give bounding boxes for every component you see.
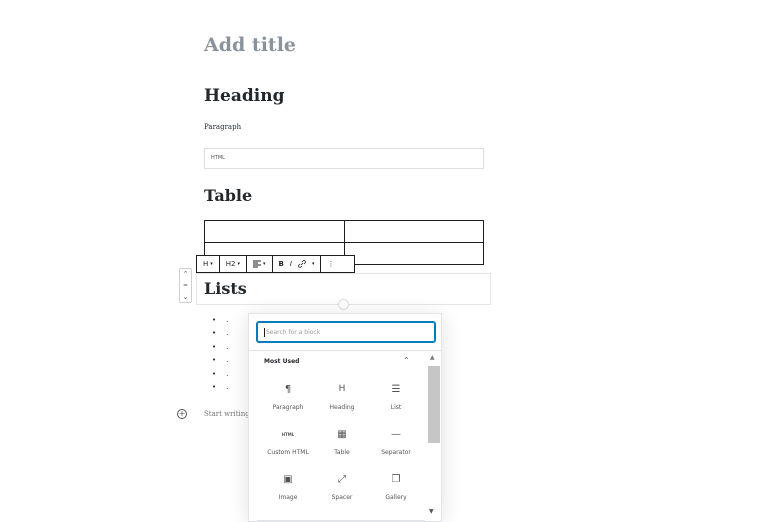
block-item-table[interactable]: ▦ Table <box>315 425 369 460</box>
bold-button[interactable]: B <box>276 260 287 268</box>
heading-level-label: H2 <box>225 260 236 268</box>
list-icon: ☰ <box>391 383 401 395</box>
block-item-label: Table <box>334 449 350 456</box>
block-item-label: List <box>390 404 402 411</box>
list-item-text: . <box>226 329 229 338</box>
link-icon <box>298 260 306 268</box>
block-item-image[interactable]: ▣ Image <box>261 470 315 505</box>
block-item-paragraph[interactable]: ¶ Paragraph <box>261 380 315 415</box>
block-item-gallery[interactable]: ❐ Gallery <box>369 470 423 505</box>
block-item-label: Separator <box>381 449 411 456</box>
html-icon: HTML <box>281 431 295 437</box>
spacer-icon: ⤢ <box>338 473 346 485</box>
list-block[interactable]: •. •. •. •. •. •. <box>212 314 228 394</box>
bullet-icon: • <box>212 342 217 351</box>
html-block-text: HTML <box>211 155 225 161</box>
alignment-group: ▾ <box>247 256 273 272</box>
link-button[interactable] <box>295 260 309 268</box>
block-inserter-popover: Search for a block Most Used ⌃ ¶ Paragra… <box>248 313 442 522</box>
paragraph-block[interactable]: Paragraph <box>204 123 241 131</box>
more-options-group: ⋮ <box>321 256 340 272</box>
list-item: •. <box>212 341 228 354</box>
list-item: •. <box>212 327 228 340</box>
heading-icon: H <box>203 260 209 268</box>
list-item-text: . <box>226 342 229 351</box>
search-placeholder: Search for a block <box>266 328 321 336</box>
formatting-group: B I ▾ <box>273 256 322 272</box>
block-search-input[interactable]: Search for a block <box>257 322 435 342</box>
block-item-label: Image <box>278 494 298 501</box>
block-item-heading[interactable]: H Heading <box>315 380 369 415</box>
scrollbar[interactable]: ▲ ▼ <box>426 352 440 521</box>
list-item: •. <box>212 368 228 381</box>
block-item-label: Gallery <box>385 494 407 501</box>
divider <box>257 520 425 521</box>
block-item-label: Custom HTML <box>267 449 309 456</box>
scroll-down-icon[interactable]: ▼ <box>429 508 434 515</box>
chevron-up-icon[interactable]: ⌃ <box>403 356 410 365</box>
block-item-label: Paragraph <box>272 404 304 411</box>
block-item-list[interactable]: ☰ List <box>369 380 423 415</box>
block-types-list: ¶ Paragraph H Heading ☰ List HTML Custom… <box>261 380 423 505</box>
bullet-icon: • <box>212 316 217 324</box>
add-block-icon[interactable]: + <box>177 409 187 419</box>
move-down-icon[interactable]: ⌄ <box>183 293 189 301</box>
block-item-custom-html[interactable]: HTML Custom HTML <box>261 425 315 460</box>
gallery-icon: ❐ <box>391 473 401 485</box>
block-item-separator[interactable]: — Separator <box>369 425 423 460</box>
heading-icon: H <box>338 384 346 394</box>
scroll-up-icon[interactable]: ▲ <box>430 354 435 361</box>
bullet-icon: • <box>212 383 217 392</box>
align-button[interactable]: ▾ <box>250 260 269 268</box>
more-formatting-button[interactable]: ▾ <box>309 261 318 267</box>
table-heading-block[interactable]: Table <box>204 186 252 205</box>
bullet-icon: • <box>212 369 217 378</box>
bullet-icon: • <box>212 356 217 365</box>
text-cursor <box>264 327 265 337</box>
lists-heading-block[interactable]: Lists <box>204 279 247 298</box>
heading-level-group: H2 ▾ <box>220 256 248 272</box>
block-toolbar: H ▾ H2 ▾ ▾ B I ▾ ⋮ <box>196 255 355 273</box>
heading-block[interactable]: Heading <box>204 86 284 106</box>
list-item-text: . <box>226 316 229 324</box>
block-mover: ⌃ = ⌄ <box>179 268 192 303</box>
start-writing-placeholder[interactable]: Start writing <box>204 410 250 418</box>
list-item: •. <box>212 314 228 327</box>
move-up-icon[interactable]: ⌃ <box>183 270 189 278</box>
list-item: •. <box>212 381 228 394</box>
caret-down-icon: ▾ <box>237 261 241 267</box>
italic-button[interactable]: I <box>287 260 295 268</box>
sibling-inserter-dot[interactable] <box>338 299 349 310</box>
drag-handle-icon[interactable]: = <box>183 282 188 289</box>
table-icon: ▦ <box>337 428 347 440</box>
more-options-button[interactable]: ⋮ <box>324 260 337 268</box>
image-icon: ▣ <box>283 473 293 485</box>
separator-icon: — <box>391 428 401 440</box>
block-switcher-button[interactable]: H ▾ <box>200 260 216 268</box>
post-title-placeholder[interactable]: Add title <box>204 34 296 56</box>
heading-level-button[interactable]: H2 ▾ <box>223 260 243 268</box>
paragraph-icon: ¶ <box>284 383 292 395</box>
most-used-panel-title[interactable]: Most Used <box>264 358 299 365</box>
bullet-icon: • <box>212 329 217 338</box>
block-item-label: Spacer <box>331 494 353 501</box>
list-item-text: . <box>226 356 229 365</box>
list-item-text: . <box>226 369 229 378</box>
block-switcher-group: H ▾ <box>197 256 220 272</box>
custom-html-block[interactable]: HTML <box>204 148 484 169</box>
divider <box>249 350 441 351</box>
block-item-spacer[interactable]: ⤢ Spacer <box>315 470 369 505</box>
scrollbar-thumb[interactable] <box>428 366 440 443</box>
caret-down-icon: ▾ <box>263 261 266 267</box>
align-icon <box>253 260 262 268</box>
block-item-label: Heading <box>329 404 355 411</box>
list-item-text: . <box>226 383 229 392</box>
caret-down-icon: ▾ <box>210 261 213 267</box>
list-item: •. <box>212 354 228 367</box>
